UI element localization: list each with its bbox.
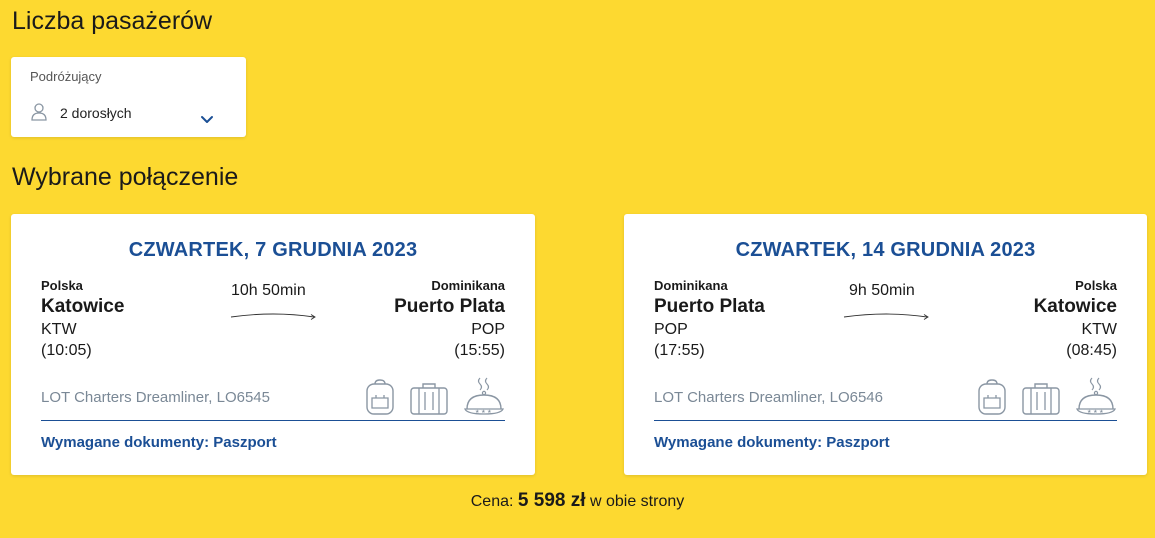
meal-cloche-icon: ★ ★ ★ (1076, 377, 1116, 415)
route-arrow-icon (843, 313, 929, 320)
card-divider (654, 420, 1117, 421)
flight-duration: 9h 50min (849, 282, 915, 299)
origin-country: Dominikana (654, 278, 728, 293)
arrival-time: (08:45) (1066, 342, 1117, 359)
price-suffix: w obie strony (589, 493, 685, 510)
meal-cloche-icon: ★ ★ ★ (464, 377, 504, 415)
destination-country: Dominikana (431, 278, 505, 293)
flight-date: CZWARTEK, 7 GRUDNIA 2023 (128, 239, 418, 261)
destination-city: Katowice (1033, 296, 1117, 317)
amenities-icons: ★ ★ ★ (365, 376, 505, 416)
backpack-icon (978, 379, 1006, 415)
return-flight-card: CZWARTEK, 14 GRUDNIA 2023 Dominikana Pue… (624, 214, 1147, 475)
suitcase-icon (1022, 383, 1060, 415)
origin-country: Polska (41, 278, 83, 293)
origin-city: Puerto Plata (654, 296, 765, 317)
destination-endpoint: Dominikana Puerto Plata POP (15:55) (394, 278, 505, 361)
departure-time: (17:55) (654, 342, 705, 359)
origin-city: Katowice (41, 296, 125, 317)
origin-endpoint: Polska Katowice KTW (10:05) (41, 278, 124, 361)
price-summary: Cena: 5 598 zł w obie strony (0, 490, 1155, 512)
destination-code: POP (471, 321, 505, 338)
amenities-icons: ★ ★ ★ (977, 376, 1117, 416)
origin-endpoint: Dominikana Puerto Plata POP (17:55) (654, 278, 765, 361)
passengers-title: Liczba pasażerów (12, 7, 213, 35)
flight-duration: 10h 50min (231, 282, 306, 299)
price-amount: 5 598 zł (517, 490, 586, 511)
required-documents: Wymagane dokumenty: Paszport (41, 434, 277, 451)
card-divider (41, 420, 505, 421)
departure-time: (10:05) (41, 342, 92, 359)
svg-text:★ ★ ★: ★ ★ ★ (1087, 409, 1104, 415)
origin-code: POP (654, 321, 688, 338)
svg-text:★ ★ ★: ★ ★ ★ (475, 409, 492, 415)
outbound-flight-card: CZWARTEK, 7 GRUDNIA 2023 Polska Katowice… (11, 214, 535, 475)
arrival-time: (15:55) (454, 342, 505, 359)
carrier-info: LOT Charters Dreamliner, LO6545 (41, 389, 270, 406)
destination-code: KTW (1081, 321, 1117, 338)
passenger-field-label: Podróżujący (30, 69, 102, 84)
destination-country: Polska (1075, 278, 1117, 293)
passenger-count-selector[interactable]: Podróżujący 2 dorosłych (11, 57, 246, 137)
passenger-count-value: 2 dorosłych (60, 105, 132, 121)
flight-date: CZWARTEK, 14 GRUDNIA 2023 (735, 239, 1036, 261)
route-arrow-icon (230, 313, 316, 320)
destination-city: Puerto Plata (394, 296, 505, 317)
carrier-info: LOT Charters Dreamliner, LO6546 (654, 389, 883, 406)
destination-endpoint: Polska Katowice KTW (08:45) (1034, 278, 1117, 361)
required-documents: Wymagane dokumenty: Paszport (654, 434, 890, 451)
origin-code: KTW (41, 321, 77, 338)
price-label: Cena: (470, 493, 514, 510)
person-icon (31, 103, 47, 121)
suitcase-icon (410, 383, 448, 415)
backpack-icon (366, 379, 394, 415)
connection-title: Wybrane połączenie (12, 163, 239, 191)
chevron-down-icon[interactable] (200, 115, 214, 125)
